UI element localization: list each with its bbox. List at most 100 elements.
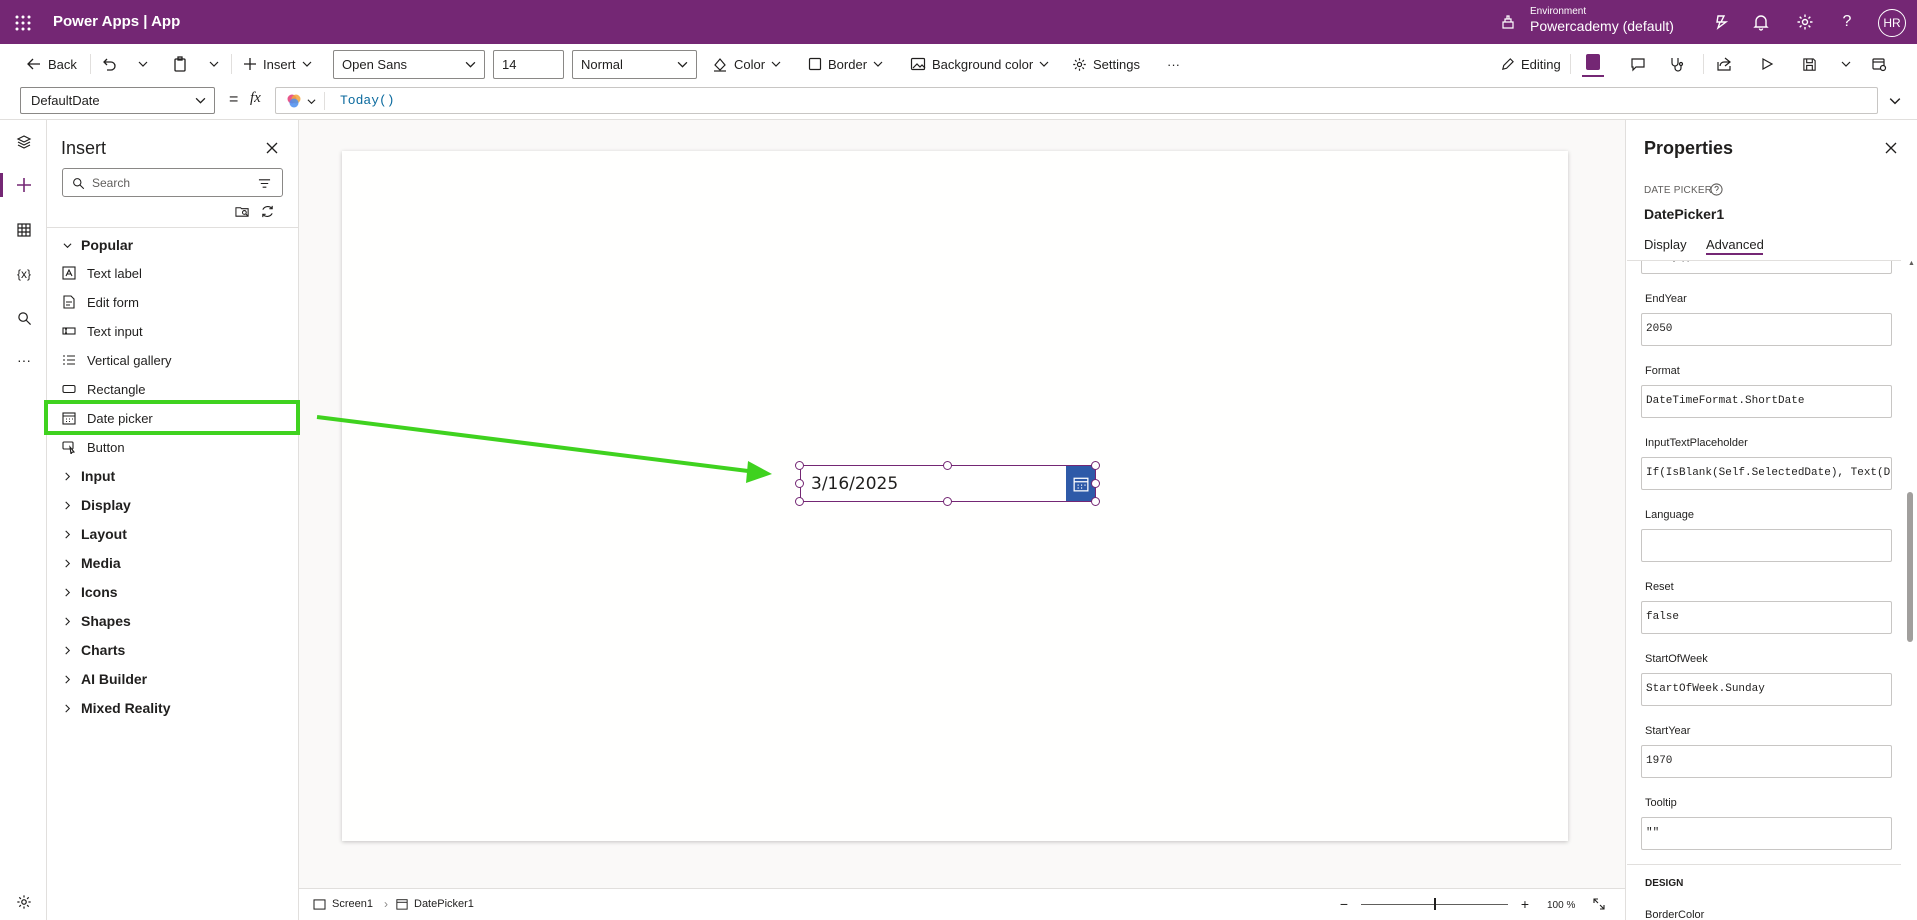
reset-field[interactable]: false: [1641, 601, 1892, 634]
start-of-week-field[interactable]: StartOfWeek.Sunday: [1641, 673, 1892, 706]
chevron-down-icon: [195, 95, 206, 106]
tooltip-field[interactable]: "": [1641, 817, 1892, 850]
search-icon[interactable]: [12, 306, 36, 330]
fit-to-window-icon[interactable]: [1592, 897, 1606, 911]
resize-handle[interactable]: [943, 497, 952, 506]
screen-breadcrumb[interactable]: Screen1: [313, 898, 373, 910]
property-dropdown[interactable]: DefaultDate: [20, 87, 215, 114]
app-launcher-icon[interactable]: [12, 12, 34, 34]
background-color-button[interactable]: Background color: [910, 53, 1049, 75]
close-icon[interactable]: [264, 140, 280, 156]
paste-menu-button[interactable]: [209, 53, 219, 75]
category-layout[interactable]: Layout: [47, 520, 298, 548]
resize-handle[interactable]: [943, 461, 952, 470]
insert-item-edit-form[interactable]: Edit form: [47, 288, 298, 316]
resize-handle[interactable]: [795, 497, 804, 506]
folder-search-icon[interactable]: [234, 203, 250, 219]
category-label: AI Builder: [81, 671, 148, 687]
zoom-slider-thumb[interactable]: [1433, 898, 1436, 910]
category-icons[interactable]: Icons: [47, 578, 298, 606]
insert-item-button[interactable]: Button: [47, 433, 298, 461]
tab-display[interactable]: Display: [1644, 237, 1687, 252]
category-ai-builder[interactable]: AI Builder: [47, 665, 298, 693]
category-display[interactable]: Display: [47, 491, 298, 519]
input-text-placeholder-field[interactable]: If(IsBlank(Self.SelectedDate), Text(D...: [1641, 457, 1892, 490]
font-weight-dropdown[interactable]: Normal: [572, 50, 697, 79]
expand-formula-chevron-icon[interactable]: [1886, 92, 1904, 110]
user-avatar[interactable]: HR: [1878, 9, 1906, 37]
category-input[interactable]: Input: [47, 462, 298, 490]
resize-handle[interactable]: [1091, 479, 1100, 488]
category-mixed-reality[interactable]: Mixed Reality: [47, 694, 298, 722]
formula-input[interactable]: Today(): [275, 87, 1878, 114]
play-icon[interactable]: [1756, 53, 1778, 75]
scroll-up-icon[interactable]: ▲: [1908, 260, 1915, 267]
control-breadcrumb[interactable]: DatePicker1: [396, 898, 474, 910]
border-button[interactable]: Border: [808, 53, 883, 75]
zoom-in-icon[interactable]: +: [1518, 896, 1532, 912]
app-checker-button[interactable]: [1582, 51, 1604, 77]
variables-icon[interactable]: {x}: [12, 262, 36, 286]
resize-handle[interactable]: [1091, 461, 1100, 470]
help-circle-icon[interactable]: [1709, 182, 1723, 196]
more-icon[interactable]: ···: [12, 348, 36, 372]
property-value-field[interactable]: Today(): [1641, 261, 1892, 274]
properties-scrollbar[interactable]: ▲: [1906, 260, 1915, 920]
start-year-field[interactable]: 1970: [1641, 745, 1892, 778]
comments-icon[interactable]: [1627, 53, 1649, 75]
publish-icon[interactable]: [1868, 53, 1890, 75]
insert-pane-title: Insert: [61, 138, 107, 158]
filter-icon[interactable]: [257, 176, 271, 190]
font-size-input[interactable]: 14: [493, 50, 564, 79]
active-tab-indicator: [1706, 253, 1763, 255]
category-media[interactable]: Media: [47, 549, 298, 577]
environment-selector[interactable]: Environment Powercademy (default): [1530, 6, 1674, 35]
chevron-down-icon[interactable]: [1835, 53, 1857, 75]
zoom-out-icon[interactable]: −: [1337, 896, 1351, 912]
undo-menu-button[interactable]: [138, 53, 148, 75]
insert-plus-icon[interactable]: [12, 173, 36, 197]
copilot-formula-icon[interactable]: [286, 93, 302, 109]
category-charts[interactable]: Charts: [47, 636, 298, 664]
tree-view-icon[interactable]: [12, 130, 36, 154]
settings-button[interactable]: Settings: [1072, 53, 1140, 75]
share-icon[interactable]: [1713, 53, 1735, 75]
insert-item-text-label[interactable]: Text label: [47, 259, 298, 287]
endyear-field[interactable]: 2050: [1641, 313, 1892, 346]
background-color-label: Background color: [932, 56, 1034, 72]
scrollbar-thumb[interactable]: [1907, 492, 1913, 642]
paste-button[interactable]: [172, 53, 188, 75]
color-button[interactable]: Color: [712, 53, 781, 75]
save-icon[interactable]: [1798, 53, 1820, 75]
category-popular[interactable]: Popular: [47, 231, 298, 259]
tab-advanced[interactable]: Advanced: [1706, 237, 1764, 252]
search-input[interactable]: Search: [62, 168, 283, 197]
language-field[interactable]: [1641, 529, 1892, 562]
resize-handle[interactable]: [795, 479, 804, 488]
undo-button[interactable]: [101, 53, 117, 75]
chevron-right-icon: [61, 559, 73, 568]
insert-button[interactable]: Insert: [243, 53, 312, 75]
close-icon[interactable]: [1883, 140, 1899, 156]
settings-gear-icon[interactable]: [1794, 11, 1816, 33]
category-shapes[interactable]: Shapes: [47, 607, 298, 635]
resize-handle[interactable]: [795, 461, 804, 470]
chevron-down-icon[interactable]: [306, 96, 316, 106]
copilot-icon[interactable]: [1711, 11, 1733, 33]
insert-item-rectangle[interactable]: Rectangle: [47, 375, 298, 403]
properties-list[interactable]: Today() EndYear 2050 Format DateTimeForm…: [1627, 260, 1901, 920]
resize-handle[interactable]: [1091, 497, 1100, 506]
format-field[interactable]: DateTimeFormat.ShortDate: [1641, 385, 1892, 418]
insert-item-vertical-gallery[interactable]: Vertical gallery: [47, 346, 298, 374]
data-table-icon[interactable]: [12, 218, 36, 242]
help-icon[interactable]: ?: [1836, 11, 1858, 33]
settings-gear-icon[interactable]: [12, 890, 36, 914]
editing-mode-button[interactable]: Editing: [1500, 53, 1561, 75]
refresh-icon[interactable]: [259, 203, 275, 219]
notifications-icon[interactable]: [1750, 11, 1772, 33]
stethoscope-icon[interactable]: [1665, 53, 1687, 75]
more-commands-button[interactable]: ···: [1167, 53, 1180, 75]
font-family-dropdown[interactable]: Open Sans: [333, 50, 485, 79]
insert-item-text-input[interactable]: Text input: [47, 317, 298, 345]
back-button[interactable]: Back: [26, 53, 77, 75]
